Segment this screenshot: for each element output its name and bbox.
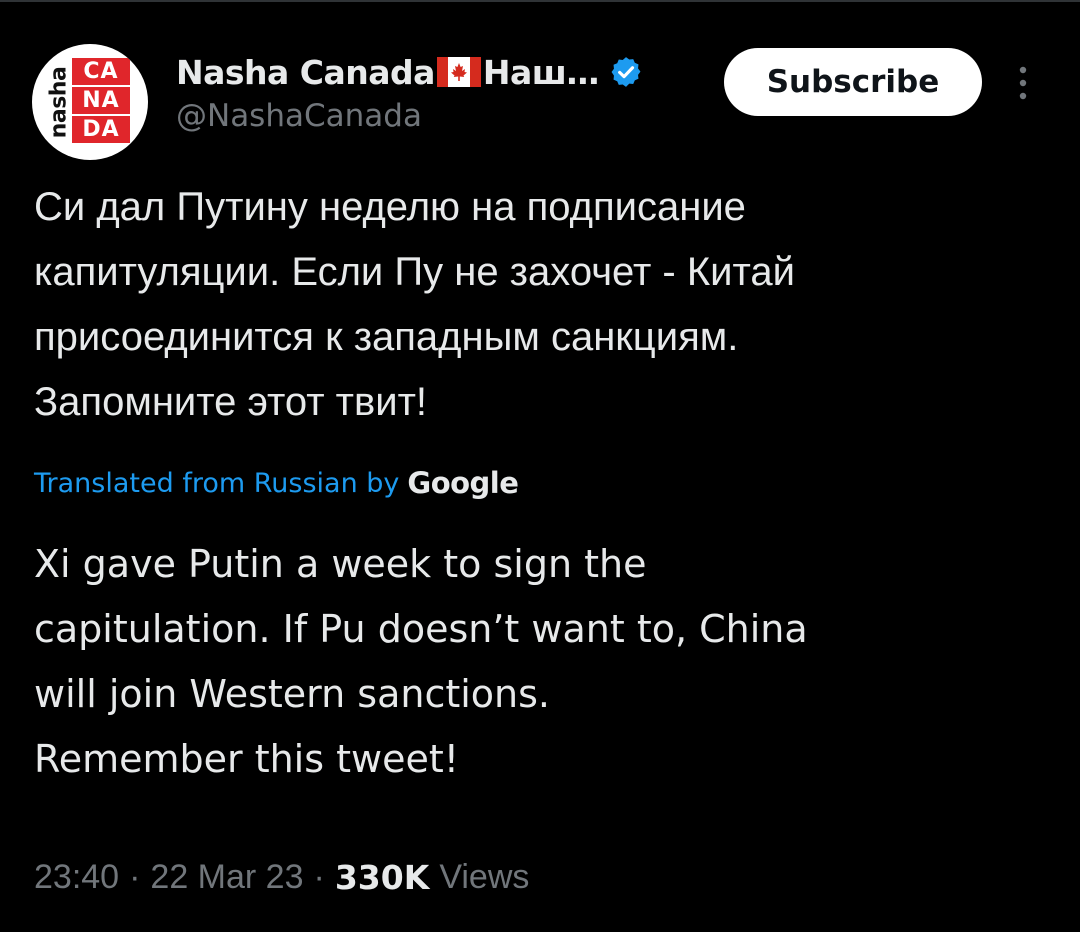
- meta-separator: ·: [313, 857, 325, 896]
- meta-separator: ·: [129, 857, 141, 896]
- avatar[interactable]: nasha CA NA DA: [32, 44, 148, 160]
- tweet-text-line: присоединится к западным санкциям.: [34, 315, 739, 359]
- avatar-nasha-text: nasha: [46, 66, 72, 138]
- avatar-logo-row: CA: [72, 58, 130, 85]
- more-options-icon[interactable]: [1013, 64, 1033, 102]
- google-logo-text: Google: [407, 466, 519, 500]
- tweet-text-line: capitulation. If Pu doesn’t want to, Chi…: [34, 607, 808, 651]
- subscribe-button[interactable]: Subscribe: [724, 48, 982, 116]
- translation-attribution: Translated from Russian by Google: [34, 461, 519, 505]
- tweet-time[interactable]: 23:40: [34, 858, 119, 897]
- tweet-date[interactable]: 22 Mar 23: [150, 858, 303, 897]
- tweet-text-original: Си дал Путину неделю на подписание капит…: [34, 175, 1054, 435]
- tweet-text-line: Xi gave Putin a week to sign the: [34, 542, 647, 586]
- tweet-text-line: Remember this tweet!: [34, 737, 459, 781]
- canada-flag-icon: [436, 57, 481, 87]
- avatar-logo-row: DA: [72, 116, 130, 143]
- tweet-text-line: Запомните этот твит!: [34, 380, 428, 424]
- tweet-text-translated: Xi gave Putin a week to sign the capitul…: [34, 532, 1054, 792]
- tweet-text-line: капитуляции. Если Пу не захочет - Китай: [34, 250, 795, 294]
- avatar-logo-row: NA: [72, 87, 130, 114]
- translated-from-link[interactable]: Translated from Russian by: [34, 468, 399, 499]
- tweet-card: nasha CA NA DA Nasha Canada Наш… @NashaC…: [0, 0, 1080, 932]
- verified-badge-icon: [611, 57, 641, 87]
- display-name-part1[interactable]: Nasha Canada: [176, 53, 435, 92]
- avatar-logo-grid: CA NA DA: [72, 58, 130, 145]
- tweet-meta: 23:40 · 22 Mar 23 · 330K Views: [34, 854, 529, 900]
- views-count: 330K: [334, 857, 430, 897]
- author-name-row[interactable]: Nasha Canada Наш…: [176, 50, 643, 94]
- views-label: Views: [439, 857, 530, 896]
- avatar-vertical-text: nasha: [47, 60, 72, 144]
- tweet-text-line: Си дал Путину неделю на подписание: [34, 185, 746, 229]
- author-handle[interactable]: @NashaCanada: [176, 98, 422, 134]
- display-name-part2[interactable]: Наш…: [483, 53, 599, 92]
- tweet-text-line: will join Western sanctions.: [34, 672, 551, 716]
